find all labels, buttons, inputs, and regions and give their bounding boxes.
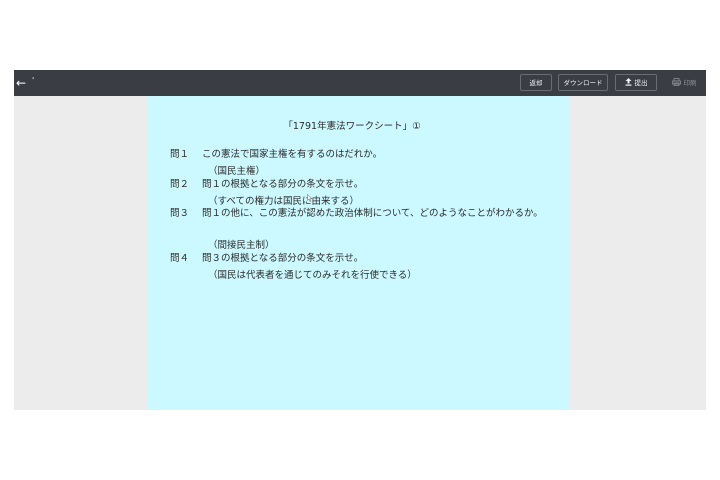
submit-button-label: 提出 (634, 79, 648, 87)
question-number: 問４ (170, 253, 190, 264)
print-icon (671, 75, 681, 92)
question-text: この憲法で国家主権を有するのはだれか。 (202, 149, 383, 160)
reply-button[interactable]: 返却 (520, 74, 552, 91)
document-title: ' (32, 76, 35, 85)
viewer-toolbar: ← ' 返却 ダウンロード 提出 印刷 (14, 70, 706, 96)
answer-1: （国民主権） (208, 166, 266, 177)
question-number: 問３ (170, 208, 190, 219)
submit-button[interactable]: 提出 (615, 74, 657, 91)
question-number: 問２ (170, 179, 190, 190)
download-button-label: ダウンロード (563, 79, 603, 87)
question-text: 問１の他に、この憲法が認めた政治体制について、どのようなことがわかるか。 (202, 208, 543, 219)
upload-icon (625, 75, 632, 92)
answer-3: （間接民主制） (208, 240, 275, 251)
document-viewer: ← ' 返却 ダウンロード 提出 印刷 「1791年憲法ワークシート」① 問１ … (14, 70, 706, 410)
question-number: 問１ (170, 149, 190, 160)
print-button-label: 印刷 (683, 79, 697, 87)
worksheet-title: 「1791年憲法ワークシート」① (283, 121, 421, 132)
question-text: 問３の根拠となる部分の条文を示せ。 (202, 253, 364, 264)
answer-4: （国民は代表者を通じてのみそれを行使できる） (208, 270, 417, 281)
reply-button-label: 返却 (529, 79, 543, 87)
print-button[interactable]: 印刷 (664, 74, 704, 91)
worksheet-page: 「1791年憲法ワークシート」① 問１ この憲法で国家主権を有するのはだれか。 … (148, 96, 570, 410)
answer-2: （すべての権力は国民に由来する） (208, 196, 359, 207)
question-text: 問１の根拠となる部分の条文を示せ。 (202, 179, 364, 190)
mouse-cursor-icon (307, 194, 313, 202)
download-button[interactable]: ダウンロード (558, 74, 608, 91)
arrow-left-icon[interactable]: ← (14, 73, 28, 93)
